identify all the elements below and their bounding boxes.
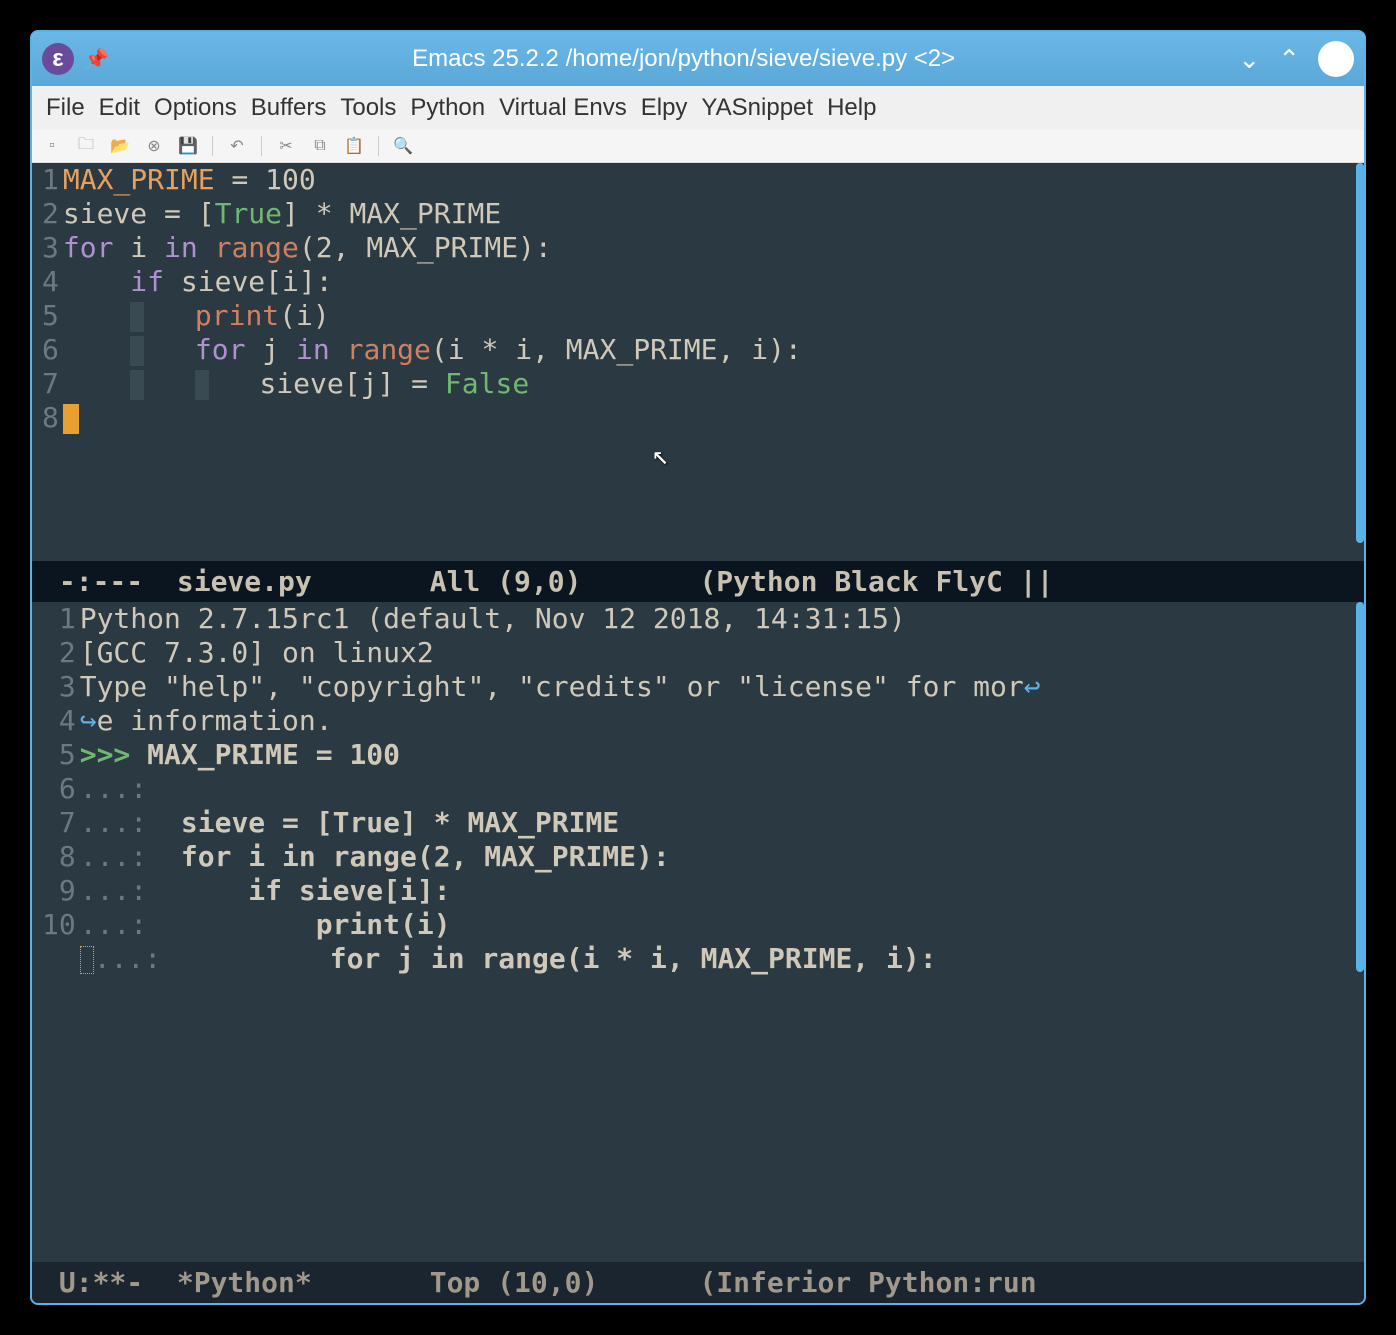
repl-code[interactable]: Python 2.7.15rc1 (default, Nov 12 2018, …: [80, 602, 1364, 1262]
editor-area: 12345678 MAX_PRIME = 100sieve = [True] *…: [32, 163, 1364, 1303]
modeline-status: U:**-: [42, 1266, 177, 1299]
menu-python[interactable]: Python: [406, 92, 489, 124]
toolbar-separator: [212, 136, 213, 156]
window-controls: ⌄ ⌃ ✕: [1238, 41, 1354, 77]
undo-icon[interactable]: ↶: [227, 136, 247, 156]
search-icon[interactable]: 🔍: [393, 136, 413, 156]
menu-yasnippet[interactable]: YASnippet: [697, 92, 817, 124]
new-file-icon[interactable]: ▫: [42, 136, 62, 156]
close-red-icon[interactable]: ⊗: [144, 136, 164, 156]
maximize-icon[interactable]: ⌃: [1278, 44, 1300, 75]
menu-buffers[interactable]: Buffers: [247, 92, 331, 124]
modeline-position: Top (10,0): [312, 1266, 700, 1299]
emacs-app-icon: ε: [42, 43, 74, 75]
paste-icon[interactable]: 📋: [344, 136, 364, 156]
window-title: Emacs 25.2.2 /home/jon/python/sieve/siev…: [129, 45, 1239, 73]
modeline-status: -:---: [42, 565, 177, 598]
modeline-top[interactable]: -:--- sieve.py All (9,0) (Python Black F…: [32, 561, 1364, 602]
source-gutter: 12345678: [32, 163, 63, 561]
pin-icon[interactable]: 📌: [84, 47, 109, 72]
emacs-window: ε 📌 Emacs 25.2.2 /home/jon/python/sieve/…: [30, 30, 1366, 1305]
repl-gutter: 1 2 3 4 5 6 7 8 910: [32, 602, 80, 1262]
toolbar-separator: [261, 136, 262, 156]
open-folder-icon[interactable]: 📂: [110, 136, 130, 156]
modeline-buffer-name: *Python*: [177, 1266, 312, 1299]
modeline-position: All (9,0): [312, 565, 700, 598]
menu-edit[interactable]: Edit: [95, 92, 144, 124]
menu-help[interactable]: Help: [823, 92, 880, 124]
save-icon[interactable]: 💾: [178, 136, 198, 156]
source-pane: 12345678 MAX_PRIME = 100sieve = [True] *…: [32, 163, 1364, 602]
modeline-bottom[interactable]: U:**- *Python* Top (10,0) (Inferior Pyth…: [32, 1262, 1364, 1303]
copy-icon[interactable]: ⧉: [310, 136, 330, 156]
titlebar[interactable]: ε 📌 Emacs 25.2.2 /home/jon/python/sieve/…: [32, 32, 1364, 86]
scrollbar[interactable]: [1356, 163, 1364, 543]
modeline-buffer-name: sieve.py: [177, 565, 312, 598]
menu-virtual-envs[interactable]: Virtual Envs: [495, 92, 631, 124]
menu-elpy[interactable]: Elpy: [637, 92, 692, 124]
menu-options[interactable]: Options: [150, 92, 241, 124]
repl-code-area[interactable]: 1 2 3 4 5 6 7 8 910 Python 2.7.15rc1 (de…: [32, 602, 1364, 1262]
open-dir-icon[interactable]: 🗀: [76, 136, 96, 156]
toolbar: ▫ 🗀 📂 ⊗ 💾 ↶ ✂ ⧉ 📋 🔍: [32, 130, 1364, 163]
modeline-modes: (Inferior Python:run: [699, 1266, 1053, 1299]
minimize-icon[interactable]: ⌄: [1238, 44, 1260, 75]
toolbar-separator: [378, 136, 379, 156]
cut-icon[interactable]: ✂: [276, 136, 296, 156]
menu-file[interactable]: File: [42, 92, 89, 124]
repl-pane: 1 2 3 4 5 6 7 8 910 Python 2.7.15rc1 (de…: [32, 602, 1364, 1303]
menu-tools[interactable]: Tools: [336, 92, 400, 124]
menubar: FileEditOptionsBuffersToolsPythonVirtual…: [32, 86, 1364, 130]
close-icon[interactable]: ✕: [1318, 41, 1354, 77]
modeline-modes: (Python Black FlyC ||: [699, 565, 1053, 598]
scrollbar[interactable]: [1356, 602, 1364, 972]
source-code-area[interactable]: 12345678 MAX_PRIME = 100sieve = [True] *…: [32, 163, 1364, 561]
source-code[interactable]: MAX_PRIME = 100sieve = [True] * MAX_PRIM…: [63, 163, 1364, 561]
